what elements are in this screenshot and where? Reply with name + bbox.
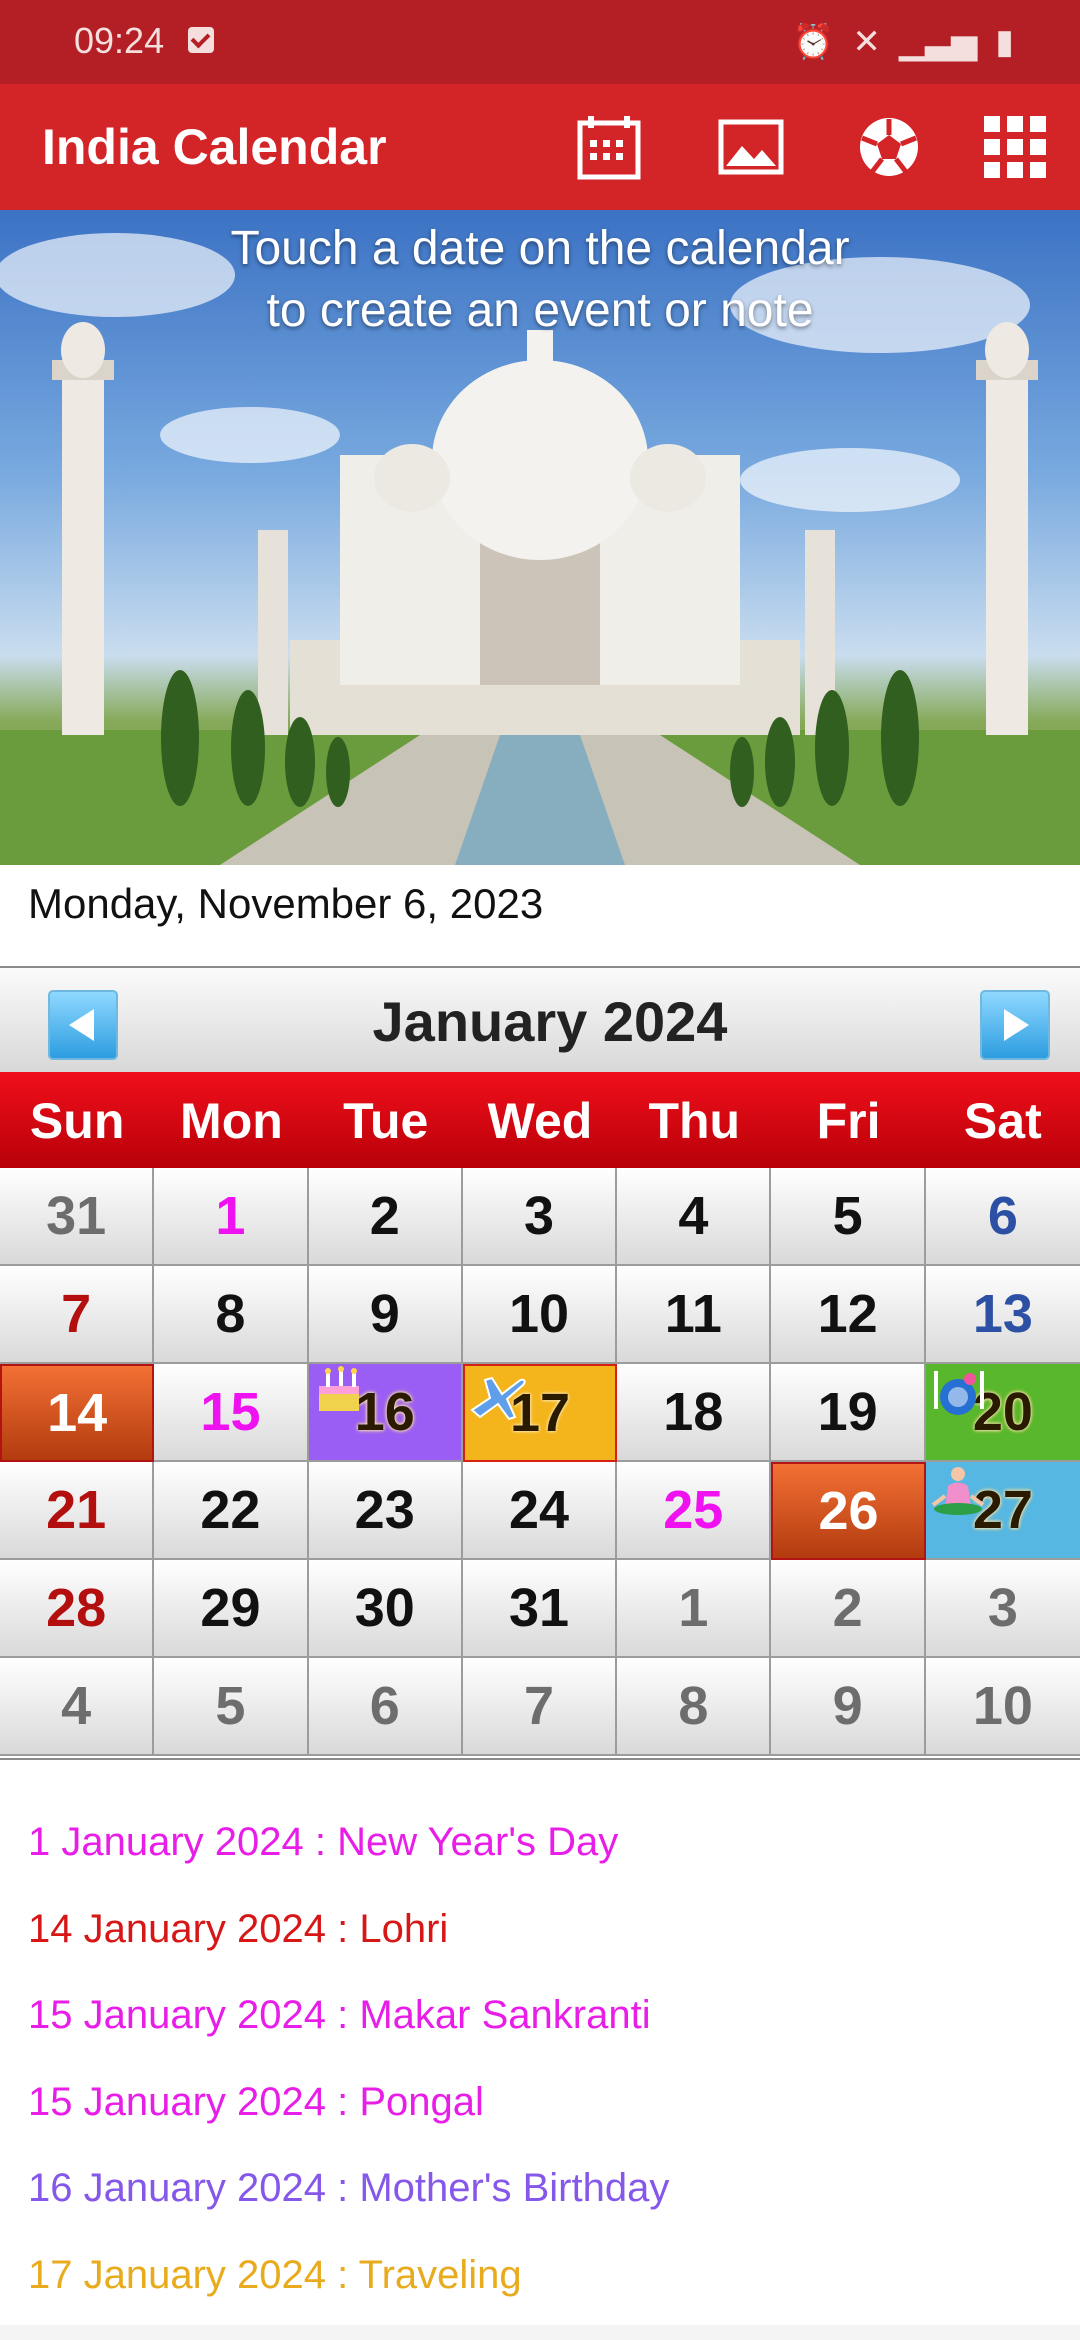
date-cell-22[interactable]: 22 [154, 1462, 309, 1560]
date-cell-7[interactable]: 7 [0, 1266, 155, 1364]
next-month-button[interactable] [980, 990, 1050, 1060]
weekday-sun: Sun [29, 1093, 125, 1149]
month-header: January 2024 [0, 968, 1080, 1072]
date-cell-15[interactable]: 15 [154, 1364, 309, 1462]
date-cell-next-10[interactable]: 10 [925, 1658, 1080, 1756]
date-cell-26[interactable]: 26 [771, 1462, 926, 1560]
date-cell-30[interactable]: 30 [308, 1560, 463, 1658]
calendar-week: 14 15 16 17 18 19 20 [0, 1364, 1080, 1462]
date-cell-13[interactable]: 13 [925, 1266, 1080, 1364]
date-cell-28[interactable]: 28 [0, 1560, 155, 1658]
calendar-week: 4 5 6 7 8 9 10 [0, 1658, 1080, 1756]
yoga-icon [931, 1467, 984, 1515]
date-cell-23[interactable]: 23 [308, 1462, 463, 1560]
calendar-week: 28 29 30 31 1 2 3 [0, 1560, 1080, 1658]
date-cell-29[interactable]: 29 [154, 1560, 309, 1658]
date-cell-25[interactable]: 25 [617, 1462, 772, 1560]
date-cell-9[interactable]: 9 [308, 1266, 463, 1364]
date-grid: 31 1 2 3 4 5 6 7 8 9 10 11 12 13 14 15 1… [0, 1168, 1080, 1756]
date-cell-14[interactable]: 14 [0, 1364, 155, 1462]
date-cell-19[interactable]: 19 [771, 1364, 926, 1462]
alarm-icon: ⏰ [791, 23, 835, 61]
event-item-makar-sankranti[interactable]: 15 January 2024 : Makar Sankranti [28, 1988, 1058, 2075]
date-cell-18[interactable]: 18 [617, 1364, 772, 1462]
bottom-spacer [0, 2325, 1080, 2340]
signal-icon: ▁▃▅ [898, 23, 978, 61]
calendar-week: 21 22 23 24 25 26 27 [0, 1462, 1080, 1560]
current-date: Monday, November 6, 2023 [28, 880, 544, 927]
month-calendar: January 2024 Sun Mon Tue Wed Thu Fri Sat… [0, 966, 1080, 1760]
date-cell-next-4[interactable]: 4 [0, 1658, 155, 1756]
dining-icon [933, 1371, 984, 1415]
weekday-tue: Tue [343, 1093, 429, 1149]
date-cell-11[interactable]: 11 [617, 1266, 772, 1364]
weekday-mon: Mon [180, 1093, 283, 1149]
date-cell-next-8[interactable]: 8 [617, 1658, 772, 1756]
date-cell-next-7[interactable]: 7 [462, 1658, 618, 1756]
date-cell-27[interactable]: 27 [925, 1462, 1080, 1560]
weekday-header: Sun Mon Tue Wed Thu Fri Sat [0, 1072, 1080, 1170]
date-cell-3[interactable]: 3 [462, 1168, 618, 1266]
weekday-sat: Sat [963, 1093, 1042, 1149]
apps-grid-icon[interactable] [978, 110, 1052, 184]
hero-instruction-line-1: Touch a date on the calendar [230, 222, 850, 275]
date-cell-next-5[interactable]: 5 [154, 1658, 309, 1756]
status-bar: 09:24 ⏰ ✕ ▁▃▅ ▮ [0, 0, 1080, 84]
hero-instruction: Touch a date on the calendar to create a… [0, 218, 1080, 342]
event-item-lohri[interactable]: 14 January 2024 : Lohri [28, 1902, 1058, 1989]
date-cell-12[interactable]: 12 [771, 1266, 926, 1364]
battery-icon: ▮ [995, 23, 1014, 61]
weekday-thu: Thu [648, 1093, 741, 1149]
date-cell-20[interactable]: 20 [925, 1364, 1080, 1462]
status-time: 09:24 [74, 20, 165, 61]
event-item-mothers-birthday[interactable]: 16 January 2024 : Mother's Birthday [28, 2161, 1058, 2248]
checkmark-notification-icon [188, 27, 214, 53]
date-cell-next-6[interactable]: 6 [308, 1658, 463, 1756]
calendar-week: 31 1 2 3 4 5 6 [0, 1168, 1080, 1266]
date-cell-16[interactable]: 16 [308, 1364, 463, 1462]
date-cell-6[interactable]: 6 [925, 1168, 1080, 1266]
event-item-traveling[interactable]: 17 January 2024 : Traveling [28, 2248, 1058, 2335]
app-bar: India Calendar [0, 84, 1080, 210]
hero-image-taj-mahal[interactable]: Touch a date on the calendar to create a… [0, 210, 1080, 865]
airplane-icon [470, 1376, 526, 1421]
date-cell-8[interactable]: 8 [154, 1266, 309, 1364]
date-cell-next-2[interactable]: 2 [771, 1560, 926, 1658]
calendar-icon[interactable] [572, 110, 646, 184]
date-cell-next-9[interactable]: 9 [771, 1658, 926, 1756]
date-cell-21[interactable]: 21 [0, 1462, 155, 1560]
event-item-pongal[interactable]: 15 January 2024 : Pongal [28, 2075, 1058, 2162]
date-cell-prev-31[interactable]: 31 [0, 1168, 155, 1266]
weekday-fri: Fri [816, 1093, 881, 1149]
date-cell-4[interactable]: 4 [617, 1168, 772, 1266]
status-icons: ⏰ ✕ ▁▃▅ ▮ [792, 22, 1014, 62]
date-cell-1[interactable]: 1 [154, 1168, 309, 1266]
date-cell-5[interactable]: 5 [771, 1168, 926, 1266]
event-item-new-years-day[interactable]: 1 January 2024 : New Year's Day [28, 1815, 1058, 1902]
app-title: India Calendar [42, 119, 387, 175]
date-cell-17[interactable]: 17 [462, 1364, 618, 1462]
vibrate-muted-icon: ✕ [852, 23, 881, 61]
date-cell-next-3[interactable]: 3 [925, 1560, 1080, 1658]
date-cell-31[interactable]: 31 [462, 1560, 618, 1658]
event-list: 1 January 2024 : New Year's Day 14 Janua… [28, 1815, 1058, 2334]
date-cell-24[interactable]: 24 [462, 1462, 618, 1560]
date-cell-10[interactable]: 10 [462, 1266, 618, 1364]
weekday-wed: Wed [487, 1093, 593, 1149]
birthday-cake-icon [318, 1366, 359, 1411]
date-cell-next-1[interactable]: 1 [617, 1560, 772, 1658]
soccer-ball-icon[interactable] [852, 110, 926, 184]
calendar-week: 7 8 9 10 11 12 13 [0, 1266, 1080, 1364]
hero-instruction-line-2: to create an event or note [266, 284, 814, 337]
date-cell-2[interactable]: 2 [308, 1168, 463, 1266]
month-title: January 2024 [372, 990, 728, 1053]
image-icon[interactable] [714, 110, 788, 184]
